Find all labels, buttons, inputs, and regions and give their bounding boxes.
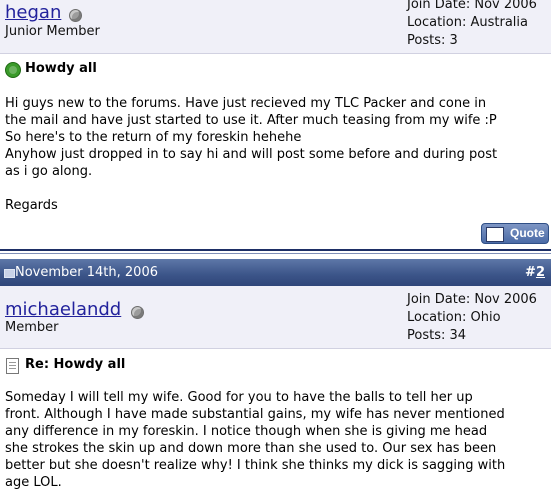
- post2-date: November 14th, 2006: [15, 265, 158, 280]
- post2-join-date: Join Date: Nov 2006: [407, 292, 537, 307]
- post-number-prefix: #: [525, 265, 536, 280]
- post1-user-rank: Junior Member: [5, 24, 100, 39]
- post1-join-date: Join Date: Nov 2006: [407, 0, 537, 12]
- post1-location: Location: Australia: [407, 15, 528, 30]
- post2-user-rank: Member: [5, 320, 59, 335]
- post1-user-details: Join Date: Nov 2006 Location: Australia …: [407, 0, 537, 50]
- post1-body-line: as i go along.: [5, 164, 93, 179]
- post2-post-count: Posts: 34: [407, 328, 467, 343]
- post2-permalink[interactable]: #2: [525, 265, 545, 280]
- post2-body-line: any difference in my foreskin. I notice …: [5, 424, 488, 439]
- post2-body-line: front. Although I have made substantial …: [5, 407, 505, 422]
- post1-body-line: Anyhow just dropped in to say hi and wil…: [5, 147, 498, 162]
- post1-body-line: Regards: [5, 198, 58, 213]
- post2-username-link[interactable]: michaelandd: [5, 299, 121, 320]
- post2-user-info-bar: michaelandd Member Join Date: Nov 2006 L…: [0, 286, 551, 349]
- post1-body-line: So here's to the return of my foreskin h…: [5, 130, 302, 145]
- quote-icon: [486, 227, 504, 242]
- quote-button[interactable]: Quote: [481, 223, 549, 244]
- post2-user-details: Join Date: Nov 2006 Location: Ohio Posts…: [407, 291, 537, 345]
- post1-body-line: [5, 180, 550, 197]
- post1-message-body: Hi guys new to the forums. Have just rec…: [5, 95, 550, 214]
- post-number[interactable]: 2: [536, 265, 545, 280]
- post-separator: [0, 249, 551, 251]
- post2-body-line: age LOL.: [5, 475, 62, 490]
- post2-body-line: better but she doesn't realize why! I th…: [5, 458, 506, 473]
- post-separator-light: [0, 253, 551, 254]
- post2-body-line: Someday I will tell my wife. Good for yo…: [5, 390, 473, 405]
- post2-title: Re: Howdy all: [25, 357, 126, 372]
- post2-location: Location: Ohio: [407, 310, 501, 325]
- offline-status-icon: [131, 306, 144, 319]
- post1-title: Howdy all: [25, 61, 97, 76]
- post2-body-line: she strokes the skin up and down more th…: [5, 441, 497, 456]
- offline-status-icon: [69, 9, 82, 22]
- post1-user-info-bar: hegan Junior Member Join Date: Nov 2006 …: [0, 0, 551, 54]
- post1-body-line: the mail and have just started to use it…: [5, 113, 497, 128]
- post2-date-bar: November 14th, 2006 #2: [0, 259, 551, 286]
- post1-post-count: Posts: 3: [407, 33, 458, 48]
- old-post-icon: [4, 269, 15, 278]
- document-icon: [6, 358, 19, 374]
- post2-message-body: Someday I will tell my wife. Good for yo…: [5, 389, 550, 491]
- quote-button-label: Quote: [510, 226, 545, 240]
- post1-username-link[interactable]: hegan: [5, 2, 61, 23]
- post1-body-line: Hi guys new to the forums. Have just rec…: [5, 96, 487, 111]
- smiley-icon: [5, 62, 21, 78]
